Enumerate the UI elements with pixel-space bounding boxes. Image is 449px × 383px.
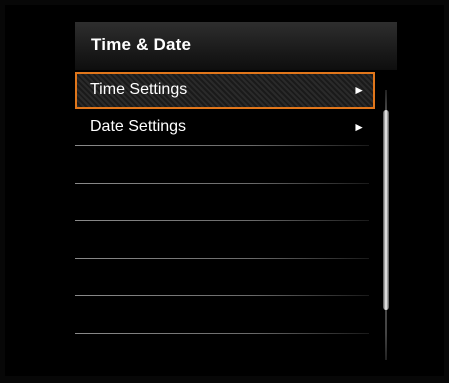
menu-panel: Time & Date Time Settings ► Date Setting… [75,22,397,362]
title-bar: Time & Date [75,22,397,70]
empty-row [75,221,375,259]
menu-list: Time Settings ► Date Settings ► [75,72,379,334]
right-triangle-icon: ► [353,83,365,97]
menu-item-label: Date Settings [90,118,187,135]
empty-row [75,184,375,221]
empty-row [75,259,375,296]
right-triangle-icon: ► [353,120,365,134]
empty-row [75,146,375,184]
screen: Time & Date Time Settings ► Date Setting… [0,0,449,383]
scrollbar-thumb[interactable] [383,110,389,310]
menu-item-date-settings[interactable]: Date Settings ► [75,109,375,146]
divider [75,332,369,334]
menu-item-time-settings[interactable]: Time Settings ► [75,72,375,109]
page-title: Time & Date [91,35,192,54]
menu-item-label: Time Settings [90,81,188,98]
empty-row [75,296,375,334]
scrollbar[interactable] [381,90,391,360]
